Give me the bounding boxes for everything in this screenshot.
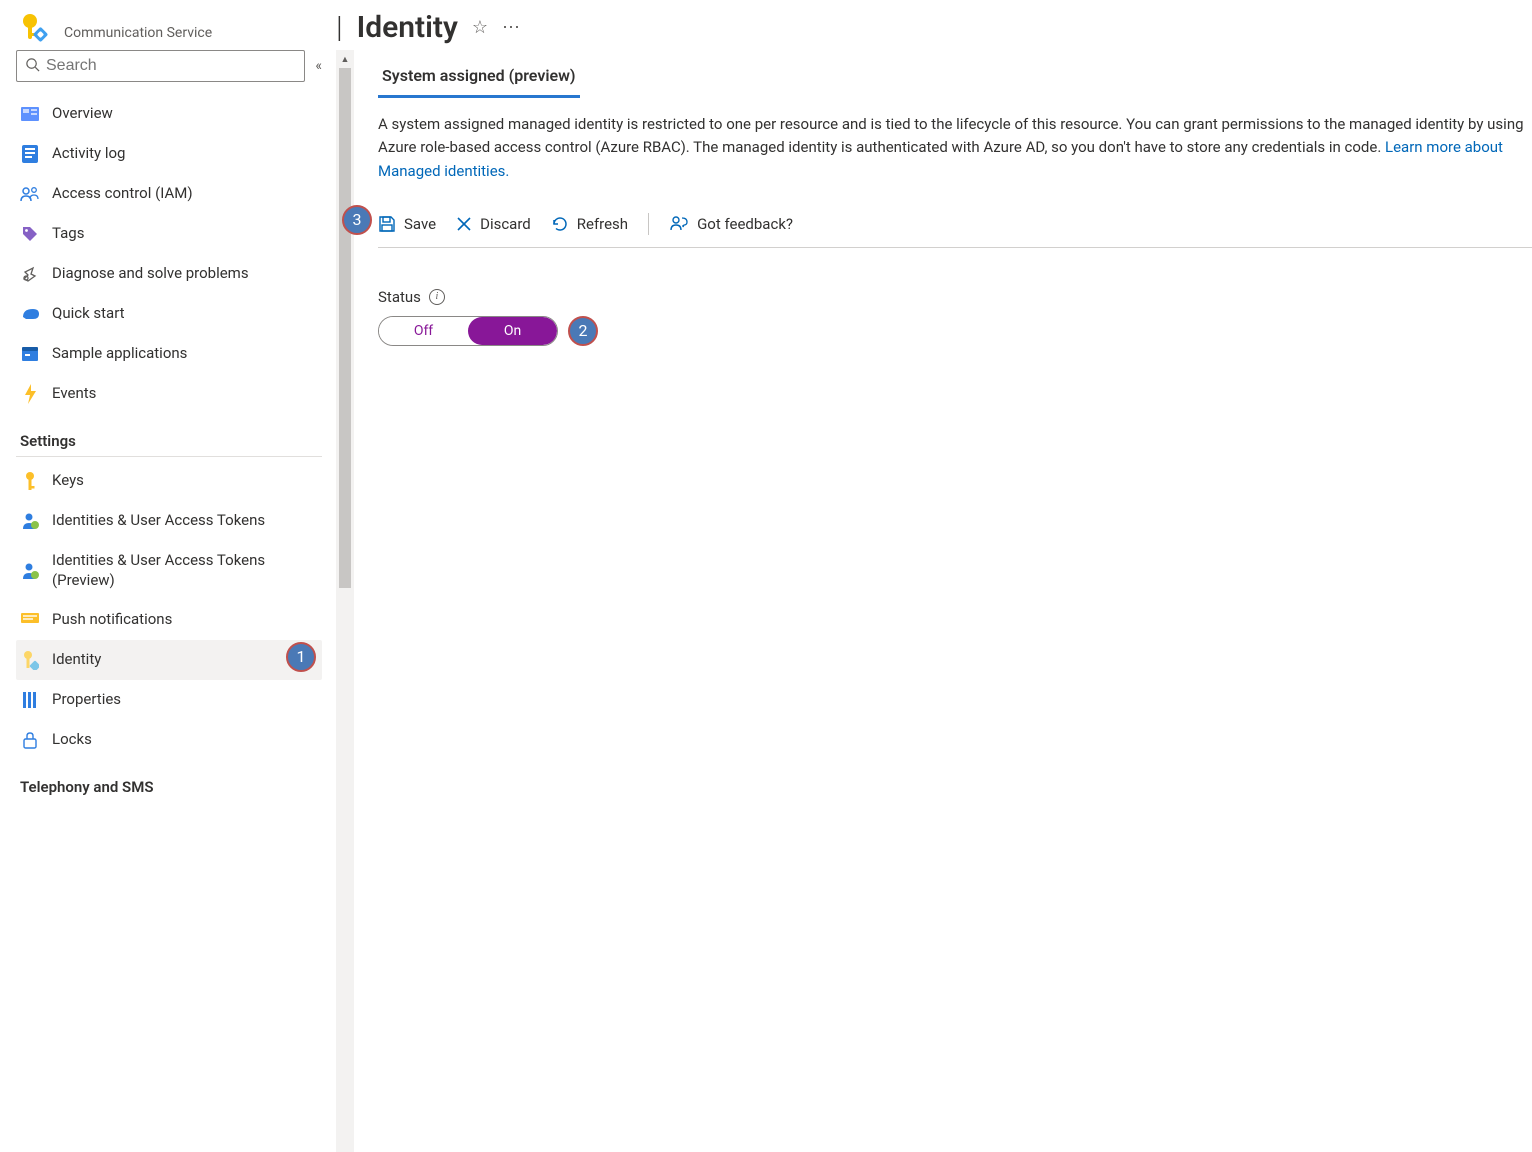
- sidebar-section-telephony: Telephony and SMS: [16, 764, 322, 802]
- sidebar-item-label: Sample applications: [52, 344, 314, 364]
- events-icon: [20, 384, 40, 404]
- keys-icon: [20, 471, 40, 491]
- sidebar-item-sample-apps[interactable]: Sample applications: [16, 334, 322, 374]
- sidebar-item-label: Diagnose and solve problems: [52, 264, 314, 284]
- sidebar-item-identity[interactable]: Identity 1: [16, 640, 322, 680]
- sidebar-item-tags[interactable]: Tags: [16, 214, 322, 254]
- description: A system assigned managed identity is re…: [378, 113, 1532, 183]
- sidebar-item-label: Tags: [52, 224, 314, 244]
- sidebar-item-label: Activity log: [52, 144, 314, 164]
- tab-row: System assigned (preview): [378, 56, 1532, 99]
- resource-subtitle: Communication Service: [64, 25, 212, 41]
- identity-icon: [20, 650, 40, 670]
- sidebar-item-label: Identities & User Access Tokens (Preview…: [52, 551, 314, 590]
- access-control-icon: [20, 184, 40, 204]
- sidebar: « Overview Activity log Access control (…: [0, 50, 336, 1152]
- sidebar-item-label: Events: [52, 384, 314, 404]
- quick-start-icon: [20, 304, 40, 324]
- activity-log-icon: [20, 144, 40, 164]
- identities-preview-icon: [20, 561, 40, 581]
- status-label: Status: [378, 288, 421, 306]
- locks-icon: [20, 730, 40, 750]
- refresh-label: Refresh: [577, 215, 628, 233]
- info-icon[interactable]: i: [429, 289, 445, 305]
- sidebar-item-diagnose[interactable]: Diagnose and solve problems: [16, 254, 322, 294]
- discard-label: Discard: [480, 215, 531, 233]
- properties-icon: [20, 690, 40, 710]
- discard-button[interactable]: Discard: [456, 215, 531, 233]
- sidebar-item-label: Overview: [52, 104, 314, 124]
- sidebar-item-label: Identity: [52, 650, 314, 670]
- collapse-sidebar-icon[interactable]: «: [311, 54, 326, 78]
- sidebar-item-label: Keys: [52, 471, 314, 491]
- page-header: Communication Service | Identity ☆ ⋯: [0, 0, 1532, 50]
- toggle-off[interactable]: Off: [379, 317, 468, 345]
- sidebar-item-activity-log[interactable]: Activity log: [16, 134, 322, 174]
- search-box[interactable]: [16, 50, 305, 82]
- sample-apps-icon: [20, 344, 40, 364]
- sidebar-item-quick-start[interactable]: Quick start: [16, 294, 322, 334]
- title-separator: |: [336, 10, 343, 45]
- sidebar-item-label: Locks: [52, 730, 314, 750]
- save-button[interactable]: Save: [378, 215, 436, 233]
- callout-badge-3: 3: [342, 205, 372, 235]
- toolbar: 3 Save Discard Refresh: [378, 213, 1532, 248]
- status-row: Status i: [378, 288, 1532, 306]
- identities-icon: [20, 511, 40, 531]
- toolbar-divider: [648, 213, 649, 235]
- feedback-label: Got feedback?: [697, 215, 793, 233]
- sidebar-item-label: Push notifications: [52, 610, 314, 630]
- refresh-icon: [551, 215, 569, 233]
- favorite-star-icon[interactable]: ☆: [472, 17, 488, 38]
- callout-badge-2: 2: [568, 316, 598, 346]
- search-icon: [25, 57, 40, 76]
- sidebar-item-label: Identities & User Access Tokens: [52, 511, 314, 531]
- sidebar-item-identities-tokens-preview[interactable]: Identities & User Access Tokens (Preview…: [16, 541, 322, 600]
- content-area: ▲ System assigned (preview) A system ass…: [336, 50, 1532, 1152]
- nav-list: Overview Activity log Access control (IA…: [16, 94, 326, 1152]
- search-input[interactable]: [46, 57, 296, 75]
- save-label: Save: [404, 215, 436, 233]
- feedback-icon: [669, 215, 689, 233]
- description-text: A system assigned managed identity is re…: [378, 115, 1524, 156]
- status-toggle[interactable]: Off On: [378, 316, 558, 346]
- sidebar-item-label: Properties: [52, 690, 314, 710]
- callout-badge-1: 1: [286, 642, 316, 672]
- diagnose-icon: [20, 264, 40, 284]
- overview-icon: [20, 104, 40, 124]
- sidebar-item-identities-tokens[interactable]: Identities & User Access Tokens: [16, 501, 322, 541]
- sidebar-item-access-control[interactable]: Access control (IAM): [16, 174, 322, 214]
- page-title: Identity: [357, 10, 458, 45]
- save-icon: [378, 215, 396, 233]
- tab-system-assigned[interactable]: System assigned (preview): [378, 56, 580, 98]
- toggle-on[interactable]: On: [468, 317, 557, 345]
- refresh-button[interactable]: Refresh: [551, 215, 628, 233]
- sidebar-item-events[interactable]: Events: [16, 374, 322, 414]
- tags-icon: [20, 224, 40, 244]
- sidebar-item-locks[interactable]: Locks: [16, 720, 322, 760]
- feedback-button[interactable]: Got feedback?: [669, 215, 793, 233]
- resource-icon: [16, 10, 52, 46]
- scroll-up-icon[interactable]: ▲: [336, 50, 354, 68]
- scroll-thumb[interactable]: [339, 68, 351, 588]
- push-notifications-icon: [20, 610, 40, 630]
- sidebar-item-label: Access control (IAM): [52, 184, 314, 204]
- sidebar-item-properties[interactable]: Properties: [16, 680, 322, 720]
- sidebar-item-keys[interactable]: Keys: [16, 461, 322, 501]
- sidebar-section-settings: Settings: [16, 418, 322, 457]
- sidebar-item-push-notifications[interactable]: Push notifications: [16, 600, 322, 640]
- discard-icon: [456, 216, 472, 232]
- sidebar-item-overview[interactable]: Overview: [16, 94, 322, 134]
- more-ellipsis-icon[interactable]: ⋯: [502, 17, 520, 38]
- sidebar-item-label: Quick start: [52, 304, 314, 324]
